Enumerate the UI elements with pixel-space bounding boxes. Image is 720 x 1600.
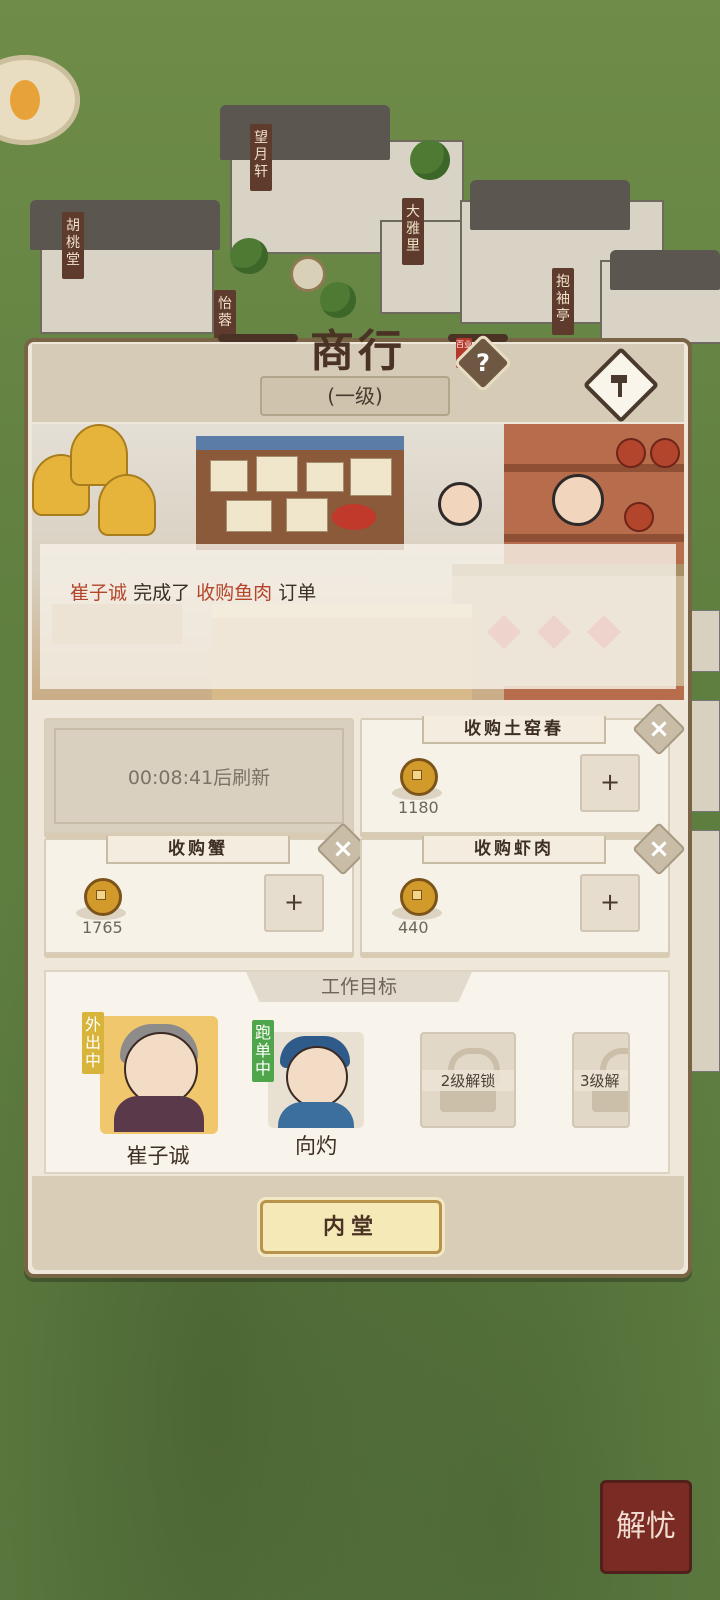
cancel-order-button[interactable]: × [632,702,686,756]
toast-action: 完成了 [133,582,191,604]
jieyou-label: 解忧 [616,1509,676,1544]
roof [470,180,630,230]
unlock-requirement: 3级解 [574,1070,628,1091]
customer-character [332,504,376,530]
worker-status-badge: 跑单中 [252,1020,274,1082]
worker-name: 向灼 [295,1134,337,1158]
tree [410,140,450,180]
panel-title: 商行 [310,326,406,377]
order-slot[interactable]: 收购蟹 1765 + × [44,822,370,954]
order-reward: 440 [398,918,429,937]
coin-icon [400,758,438,796]
avatar [286,1046,348,1108]
locked-worker-slot[interactable]: 2级解锁 [420,1032,516,1128]
notice-board [196,436,404,550]
order-slot[interactable]: 收购虾肉 440 + × [360,822,686,954]
worker-status-badge: 外出中 [82,1012,104,1074]
shop-scene: 崔子诚 完成了 收购鱼肉 订单 [32,424,684,700]
event-button[interactable] [0,55,80,145]
order-label: 收购土窑春 [422,716,606,744]
inner-hall-button[interactable]: 内堂 [260,1200,442,1254]
refresh-timer: 00:08:41后刷新 [127,766,271,789]
shop-panel: 商行 百业 ? (一级) 崔子诚 完成了 收购鱼肉 订单 00:08:41后刷新… [24,326,692,1278]
event-icon [10,80,40,120]
worker-name: 崔子诚 [126,1144,190,1168]
hammer-icon [598,362,644,408]
add-button[interactable]: + [580,874,640,932]
roof [30,200,220,250]
level-label: (一级) [260,376,450,416]
avatar [124,1032,198,1106]
coin-marker-icon[interactable] [290,256,326,292]
roof [610,250,720,290]
worker-card[interactable] [268,1032,364,1128]
order-label: 收购蟹 [106,836,290,864]
goals-title: 工作目标 [246,972,472,1002]
tree [230,238,268,274]
coin-icon [84,878,122,916]
order-reward: 1180 [398,798,439,817]
toast-worker-name: 崔子诚 [70,582,128,604]
toast-text: 崔子诚 完成了 收购鱼肉 订单 [70,578,316,605]
worker-card[interactable] [100,1016,218,1134]
bell-icon [98,474,156,536]
order-slot[interactable]: 收购土窑春 1180 + × [360,702,686,834]
close-icon: × [648,714,670,744]
sign-hutaotang: 胡桃堂 [62,212,84,279]
order-label: 收购虾肉 [422,836,606,864]
title-ornament [218,334,298,342]
close-icon: × [332,834,354,864]
order-complete-toast: 崔子诚 完成了 收购鱼肉 订单 [40,544,676,689]
toast-order-name: 收购鱼肉 [196,582,273,604]
title-plate: 商行 [28,312,688,382]
locked-worker-slot[interactable]: 3级解 [572,1032,630,1128]
unlock-requirement: 2级解锁 [422,1070,514,1091]
toast-suffix: 订单 [278,582,317,604]
add-button[interactable]: + [580,754,640,812]
sign-wangyuexuan: 望月轩 [250,124,272,191]
add-button[interactable]: + [264,874,324,932]
order-reward: 1765 [82,918,123,937]
roof [220,105,390,160]
jieyou-button[interactable]: 解忧 [600,1480,692,1574]
clerk-character [438,482,482,526]
work-goals: 工作目标 外出中 崔子诚 跑单中 向灼 2级解锁 3级解 [44,970,670,1174]
order-slot-refreshing: 00:08:41后刷新 [44,718,354,834]
help-icon: ? [476,349,490,377]
shopkeeper-character [552,474,604,526]
close-icon: × [648,834,670,864]
sign-dayali: 大雅里 [402,198,424,265]
coin-icon [400,878,438,916]
